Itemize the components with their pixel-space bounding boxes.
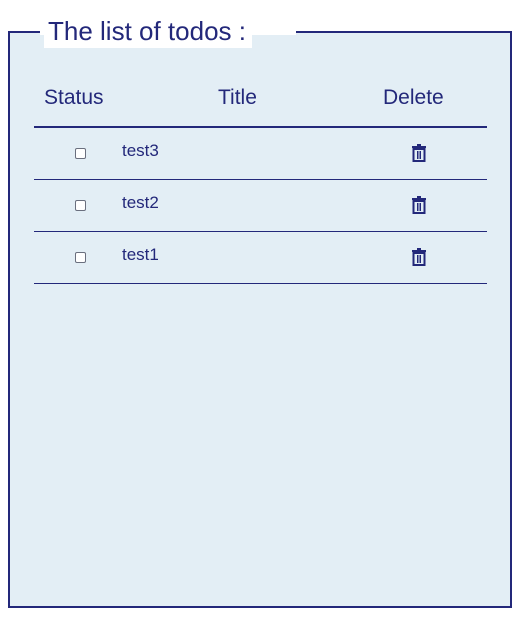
todo-row: test2 — [34, 180, 487, 232]
trash-icon[interactable] — [411, 144, 427, 162]
delete-column-header: Delete — [383, 86, 444, 109]
table-header: Status Title Delete — [34, 80, 487, 128]
todo-title: test1 — [122, 245, 159, 264]
trash-icon[interactable] — [411, 248, 427, 266]
todo-table: Status Title Delete test3 test2 test1 — [34, 80, 487, 284]
todo-row: test1 — [34, 232, 487, 284]
trash-icon[interactable] — [411, 196, 427, 214]
status-column-header: Status — [44, 86, 104, 109]
todo-status-checkbox[interactable] — [75, 200, 86, 211]
title-column-header: Title — [218, 86, 257, 109]
todo-status-checkbox[interactable] — [75, 252, 86, 263]
todo-list-legend: The list of todos : — [44, 14, 252, 48]
todo-status-checkbox[interactable] — [75, 148, 86, 159]
todo-title: test3 — [122, 141, 159, 160]
todo-row: test3 — [34, 128, 487, 180]
todo-title: test2 — [122, 193, 159, 212]
